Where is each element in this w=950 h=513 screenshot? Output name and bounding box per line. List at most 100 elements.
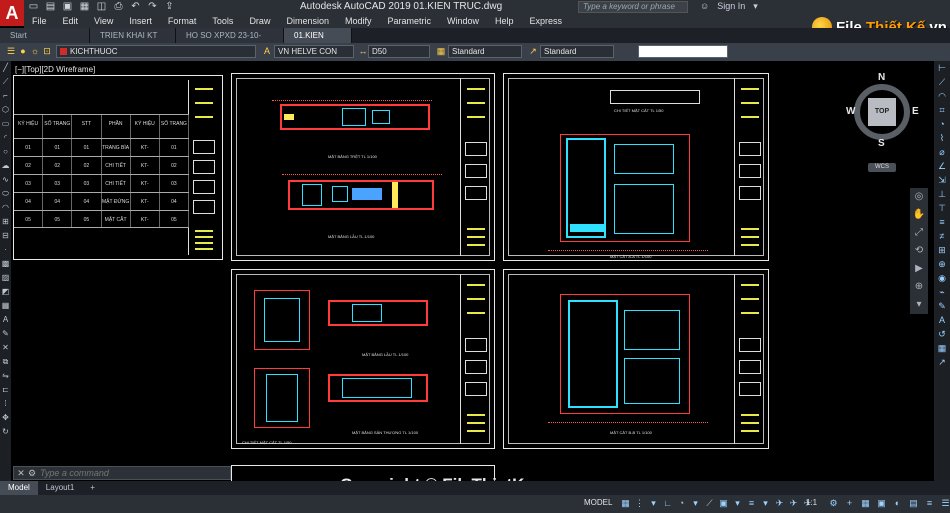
mirror-icon[interactable]: ⇋: [0, 369, 11, 383]
new-file-icon[interactable]: ▭: [28, 1, 39, 12]
open-folder-icon[interactable]: ▤: [45, 1, 56, 12]
extra-field[interactable]: [638, 45, 728, 58]
dim-style-dropdown[interactable]: D50: [368, 45, 430, 58]
infer-icon[interactable]: ▾: [648, 497, 659, 510]
wrench-icon[interactable]: ⚙: [28, 468, 40, 479]
center-mark-icon[interactable]: ⊕: [934, 257, 950, 271]
units-icon[interactable]: ▦: [860, 497, 871, 510]
ellipse-arc-icon[interactable]: ◠: [0, 201, 11, 215]
dimension-edit-icon[interactable]: ✎: [934, 299, 950, 313]
make-block-icon[interactable]: ⊟: [0, 229, 11, 243]
sheet-detail-plans[interactable]: MẶT BẰNG LẦU TL 1/100 CHI TIẾT MẶT CẮT T…: [231, 269, 495, 449]
annotation-visibility-icon[interactable]: ✈: [774, 497, 785, 510]
compass-north[interactable]: N: [878, 72, 885, 83]
dimension-text-edit-icon[interactable]: A: [934, 313, 950, 327]
gradient-icon[interactable]: ▨: [0, 271, 11, 285]
point-icon[interactable]: ·: [0, 243, 11, 257]
dimension-style-icon[interactable]: ▦: [934, 341, 950, 355]
isodraft-icon[interactable]: ▾: [690, 497, 701, 510]
grid-icon[interactable]: ▦: [620, 497, 631, 510]
viewport-controls[interactable]: [−][Top][2D Wireframe]: [15, 65, 95, 74]
dimension-break-icon[interactable]: ≠: [934, 229, 950, 243]
inspect-icon[interactable]: ◉: [934, 271, 950, 285]
move-icon[interactable]: ✥: [0, 411, 11, 425]
text-style-icon[interactable]: A: [262, 46, 272, 56]
undo-icon[interactable]: ↶: [130, 1, 141, 12]
polygon-icon[interactable]: ⬡: [0, 103, 11, 117]
sheet-index-table[interactable]: KÝ HIỆU SỐ TRANG STT PHẦN KÝ HIỆU SỐ TRA…: [13, 75, 223, 260]
layer-freeze-icon[interactable]: ☼: [30, 46, 40, 56]
layer-dropdown[interactable]: KICHTHUOC: [56, 45, 256, 58]
dimension-aligned-icon[interactable]: ⟋: [934, 75, 950, 89]
annotation-scale[interactable]: 1:1: [806, 498, 817, 507]
menu-parametric[interactable]: Parametric: [380, 16, 440, 26]
tab-model[interactable]: Model: [0, 481, 38, 495]
compass-south[interactable]: S: [878, 138, 885, 149]
sheet-floor-plans[interactable]: MẶT BẰNG TRỆT TL 1/100 MẶT BẰNG LẦU TL 1…: [231, 73, 495, 261]
table-icon[interactable]: ▦: [0, 299, 11, 313]
compass-west[interactable]: W: [846, 106, 855, 117]
plot-icon[interactable]: ⎙: [113, 1, 124, 12]
hardware-accel-icon[interactable]: ▤: [908, 497, 919, 510]
rotate-icon[interactable]: ↻: [0, 425, 11, 439]
menu-view[interactable]: View: [86, 16, 121, 26]
insert-block-icon[interactable]: ⊞: [0, 215, 11, 229]
pan-icon[interactable]: ✋: [910, 206, 928, 224]
array-icon[interactable]: ⁞: [0, 397, 11, 411]
menu-draw[interactable]: Draw: [241, 16, 278, 26]
dimension-update-icon[interactable]: ↺: [934, 327, 950, 341]
sheet-elevation[interactable]: CHI TIẾT MẶT CẮT TL 1/50 MẶT CẮT A-A TL …: [503, 73, 769, 261]
zoom-extents-icon[interactable]: ⤢: [910, 224, 928, 242]
viewcube-top-face[interactable]: TOP: [868, 98, 896, 126]
tab-trien-khai[interactable]: TRIEN KHAI KT 02*: [90, 28, 176, 55]
copy-icon[interactable]: ⧉: [0, 355, 11, 369]
polyline-icon[interactable]: ⌐: [0, 89, 11, 103]
workspace-gear-icon[interactable]: ⚙: [828, 497, 839, 510]
menu-edit[interactable]: Edit: [55, 16, 87, 26]
annotation-monitor-icon[interactable]: +: [844, 497, 855, 510]
tab-layout1[interactable]: Layout1: [38, 481, 82, 495]
dim-style-icon[interactable]: ↔: [358, 46, 368, 56]
dimension-continue-icon[interactable]: ⊤: [934, 201, 950, 215]
offset-icon[interactable]: ⊏: [0, 383, 11, 397]
construction-line-icon[interactable]: ⟋: [0, 75, 11, 89]
redo-icon[interactable]: ↷: [147, 1, 158, 12]
mtext-icon[interactable]: A: [0, 313, 11, 327]
table-style-dropdown[interactable]: Standard: [448, 45, 522, 58]
text-style-dropdown[interactable]: VN HELVE CON: [274, 45, 354, 58]
model-viewport[interactable]: [−][Top][2D Wireframe] KÝ HIỆU SỐ TRANG …: [11, 61, 934, 495]
menu-help[interactable]: Help: [487, 16, 522, 26]
model-space-toggle[interactable]: MODEL: [584, 498, 612, 507]
revision-cloud-icon[interactable]: ☁: [0, 159, 11, 173]
dimension-space-icon[interactable]: ≡: [934, 215, 950, 229]
lineweight-icon[interactable]: ▾: [732, 497, 743, 510]
erase-icon[interactable]: ✕: [0, 341, 11, 355]
tab-start[interactable]: Start: [0, 28, 90, 43]
arc-icon[interactable]: ◜: [0, 131, 11, 145]
command-input[interactable]: [40, 468, 220, 478]
hatch-icon[interactable]: ▩: [0, 257, 11, 271]
app-menu-button[interactable]: A: [0, 0, 24, 26]
line-icon[interactable]: ╱: [0, 61, 11, 75]
tab-kien-truc[interactable]: 01.KIEN TRUC*: [284, 28, 352, 55]
table-style-icon[interactable]: ▦: [436, 46, 446, 56]
dimension-ordinate-icon[interactable]: ⌗: [934, 103, 950, 117]
compass-east[interactable]: E: [912, 106, 919, 117]
layer-lock-icon[interactable]: ⊡: [42, 46, 52, 56]
sign-in-link[interactable]: Sign In: [717, 1, 745, 12]
selection-cycling-icon[interactable]: ▾: [760, 497, 771, 510]
dimension-arc-icon[interactable]: ◠: [934, 89, 950, 103]
quick-dimension-icon[interactable]: ⇲: [934, 173, 950, 187]
spline-icon[interactable]: ∿: [0, 173, 11, 187]
region-icon[interactable]: ◩: [0, 285, 11, 299]
nav-menu-icon[interactable]: ▾: [910, 296, 928, 314]
orbit-icon[interactable]: ⟲: [910, 242, 928, 260]
polar-icon[interactable]: ◔: [676, 497, 687, 510]
cart-icon[interactable]: ▾: [753, 1, 758, 12]
clean-screen-icon[interactable]: ≡: [924, 497, 935, 510]
save-as-icon[interactable]: ▦: [79, 1, 90, 12]
add-layout-button[interactable]: +: [82, 481, 103, 495]
dimension-jogged-icon[interactable]: ⌇: [934, 131, 950, 145]
ortho-icon[interactable]: ∟: [662, 497, 673, 510]
user-icon[interactable]: ☺: [700, 1, 709, 12]
